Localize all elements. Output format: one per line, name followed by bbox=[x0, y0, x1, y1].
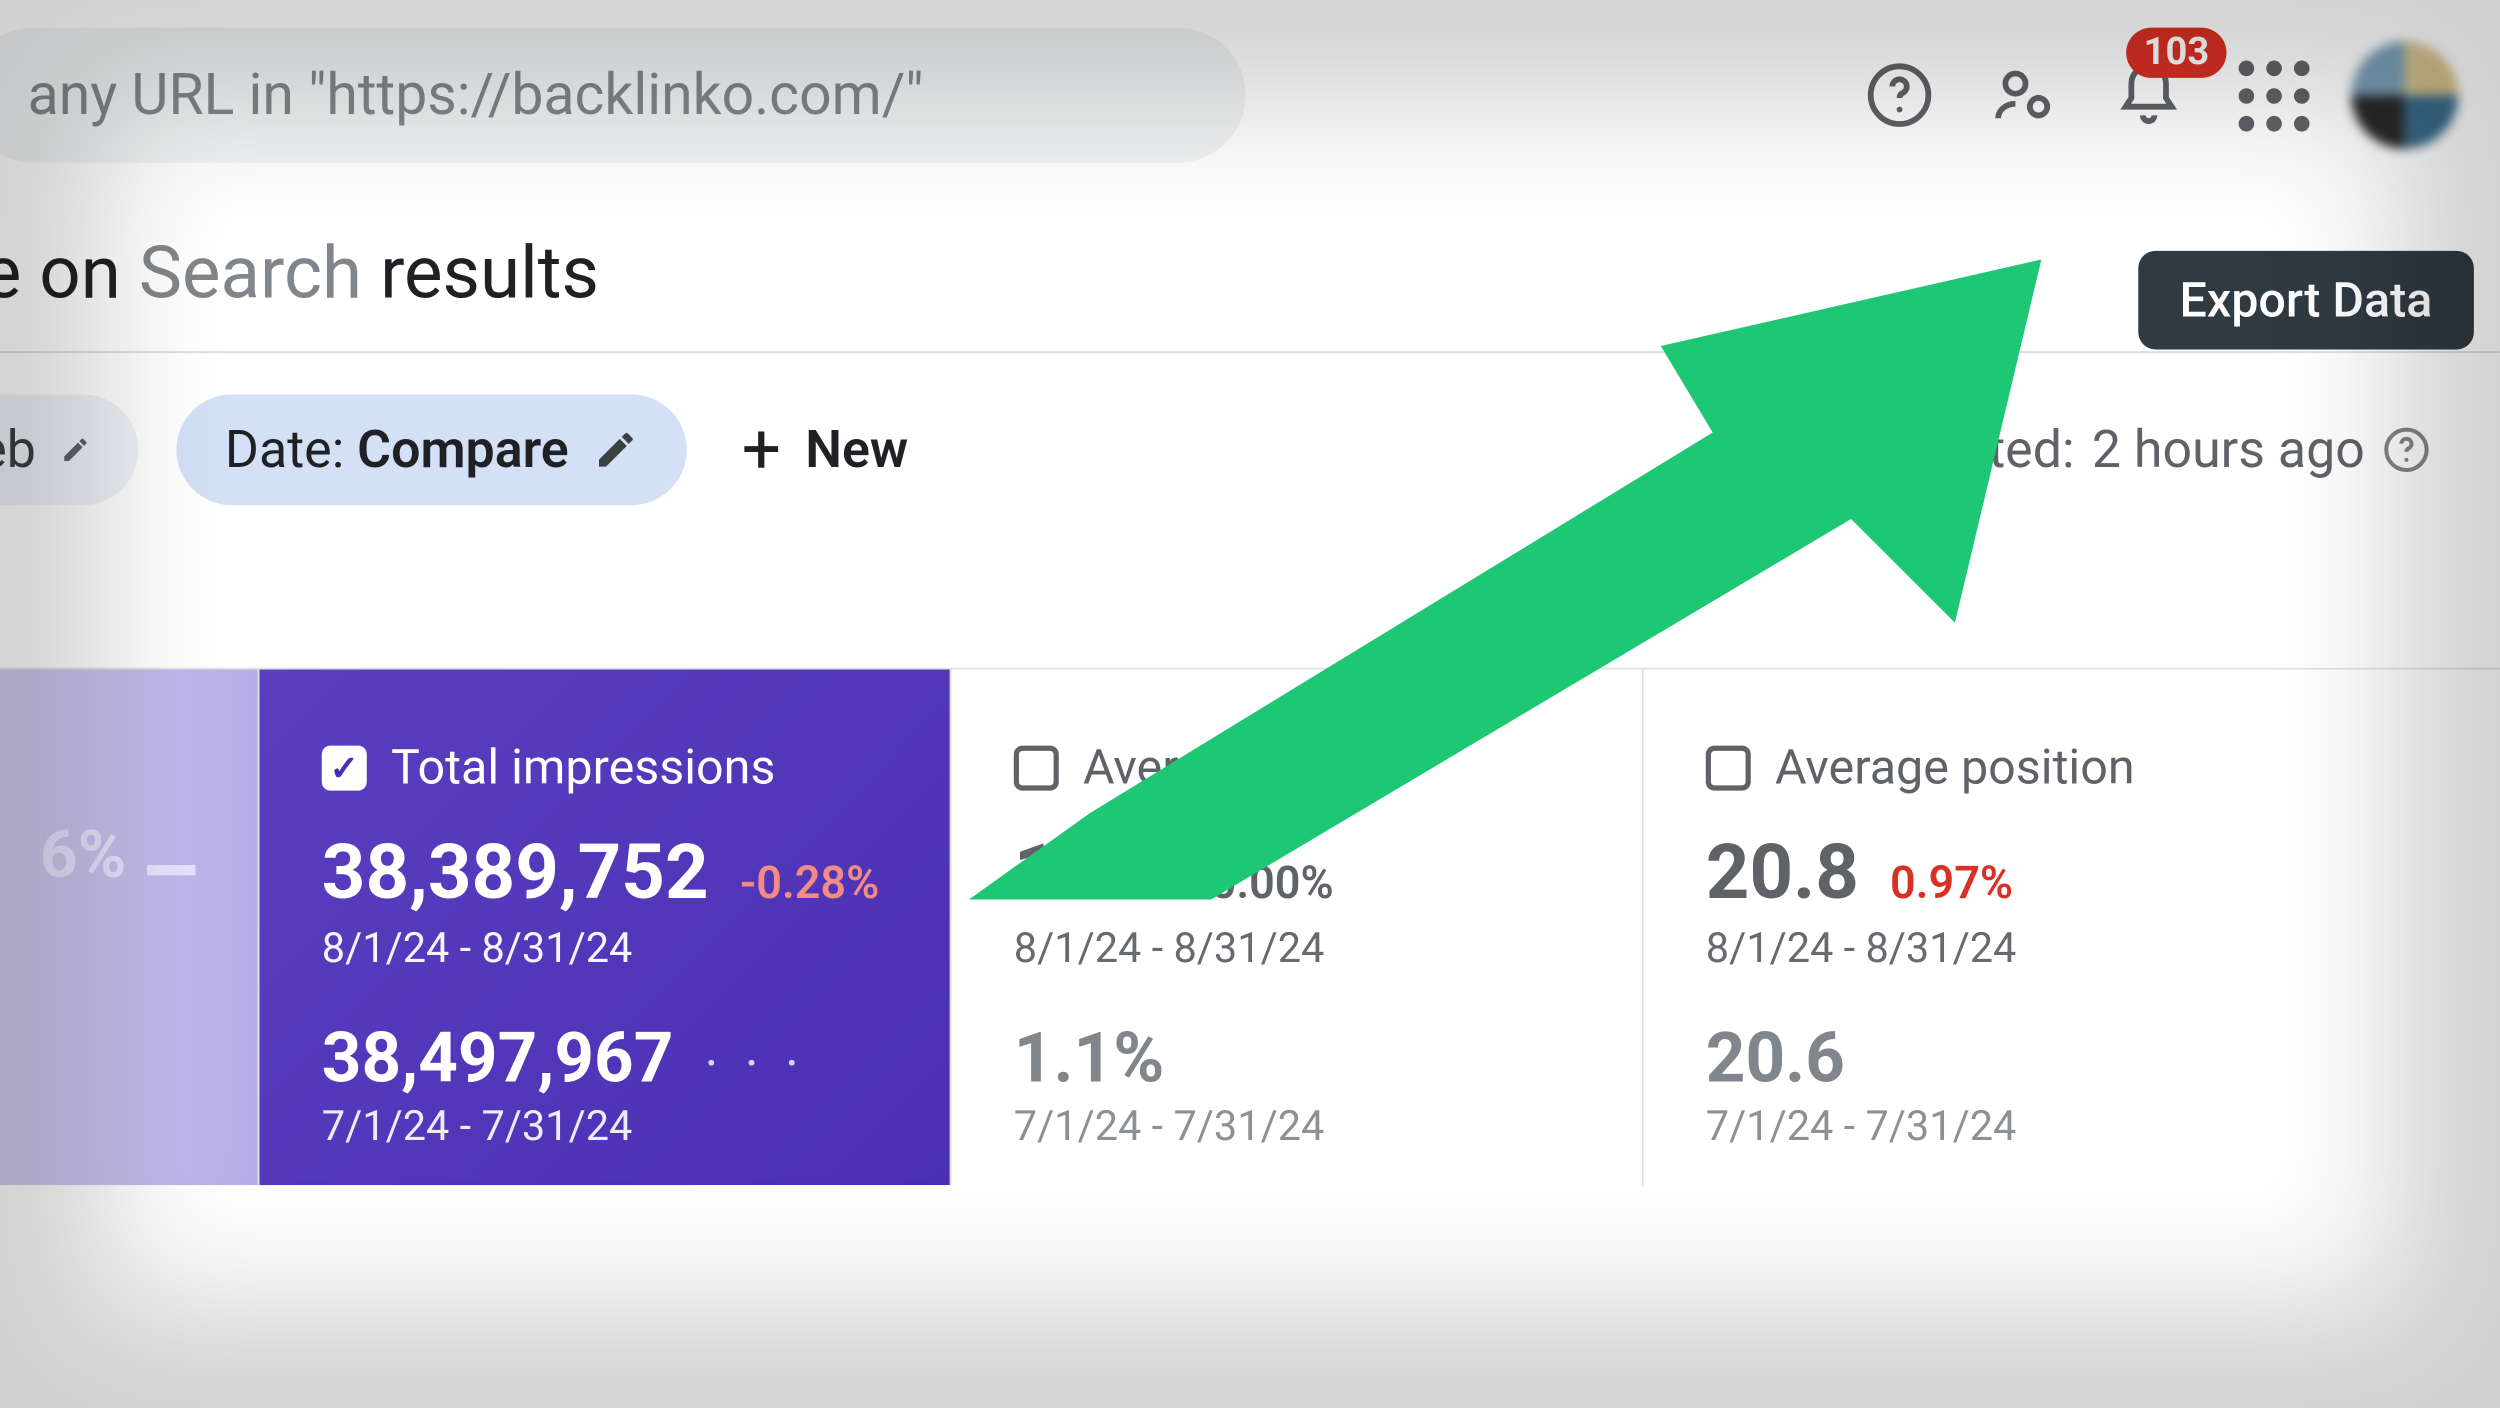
card-total-impressions[interactable]: Total impressions 38,389,752 -0.28% 8/1/… bbox=[260, 670, 952, 1186]
position-value2: 20.6 bbox=[1706, 1017, 1845, 1098]
ctr-delta: 0.00% bbox=[1211, 858, 1334, 910]
impressions-range2: 7/1/24 - 7/31/24 bbox=[322, 1102, 888, 1150]
add-filter-button[interactable]: + New bbox=[724, 394, 925, 505]
chip-date[interactable]: Date: Compare bbox=[176, 394, 686, 505]
filter-row: eb Date: Compare + New updated: 2 hours … bbox=[0, 353, 2500, 547]
impressions-label: Total impressions bbox=[391, 739, 775, 796]
checkbox-checked-icon[interactable] bbox=[322, 745, 367, 790]
card-average-position[interactable]: Average position 20.8 0.97% 8/1/24 - 8/3… bbox=[1644, 670, 2336, 1186]
title-row: e on Search results EXPORT bbox=[0, 190, 2500, 353]
help-icon[interactable] bbox=[2382, 426, 2430, 474]
minus-icon bbox=[147, 865, 195, 875]
chip-date-text: Date: Compare bbox=[225, 420, 569, 481]
ctr-range: 8/1/24 - 8/31/24 bbox=[1014, 924, 1580, 972]
impressions-range: 8/1/24 - 8/31/24 bbox=[322, 924, 888, 972]
card-average-ctr[interactable]: Average CTR 1.1% 0.00% 8/1/24 - 8/31/24 … bbox=[952, 670, 1644, 1186]
search-text: any URL in "https://backlinko.com/" bbox=[28, 61, 924, 128]
metrics-row: 6% Total impressions 38,389,752 -0.28% 8… bbox=[0, 668, 2500, 1185]
add-filter-label: New bbox=[805, 420, 908, 481]
title-prefix: e on bbox=[0, 232, 139, 317]
pencil-icon bbox=[593, 427, 638, 472]
export-tooltip: Export Data bbox=[2138, 251, 2474, 350]
ctr-range2: 7/1/24 - 7/31/24 bbox=[1014, 1102, 1580, 1150]
updated-value: 2 hours ago bbox=[2092, 420, 2365, 481]
account-avatar[interactable] bbox=[2351, 42, 2458, 149]
checkbox-icon[interactable] bbox=[1706, 745, 1751, 790]
ctr-value2: 1.1% bbox=[1014, 1017, 1165, 1098]
apps-icon[interactable] bbox=[2227, 48, 2320, 141]
impressions-value: 38,389,752 bbox=[322, 827, 709, 917]
last-updated: updated: 2 hours ago bbox=[1873, 420, 2431, 481]
title-suffix: results bbox=[362, 232, 599, 317]
clicks-value-tail: 6% bbox=[40, 818, 126, 894]
position-label: Average position bbox=[1775, 739, 2135, 796]
page-title: e on Search results bbox=[0, 232, 599, 317]
impressions-value2: 38,497,967 bbox=[322, 1017, 674, 1098]
ctr-label: Average CTR bbox=[1083, 739, 1359, 796]
notifications-icon[interactable]: 103 bbox=[2102, 48, 2195, 141]
position-delta: 0.97% bbox=[1890, 858, 2013, 910]
search-input[interactable]: any URL in "https://backlinko.com/" bbox=[0, 28, 1246, 163]
users-settings-icon[interactable] bbox=[1977, 48, 2070, 141]
impressions-delta: -0.28% bbox=[740, 858, 880, 910]
help-icon[interactable] bbox=[1853, 48, 1946, 141]
checkbox-icon[interactable] bbox=[1014, 745, 1059, 790]
card-total-clicks[interactable]: 6% bbox=[0, 670, 259, 1186]
updated-prefix: updated: bbox=[1873, 420, 2075, 481]
plus-icon: + bbox=[742, 415, 781, 484]
position-range: 8/1/24 - 8/31/24 bbox=[1706, 924, 2273, 972]
app-header: any URL in "https://backlinko.com/" 103 bbox=[0, 0, 2500, 190]
notification-badge: 103 bbox=[2126, 28, 2226, 78]
position-value: 20.8 bbox=[1706, 827, 1859, 917]
position-range2: 7/1/24 - 7/31/24 bbox=[1706, 1102, 2273, 1150]
title-light: Search bbox=[139, 232, 362, 317]
ctr-value: 1.1% bbox=[1014, 827, 1180, 917]
ellipsis-icon: · · · bbox=[705, 1035, 806, 1096]
chip-prev-tail: eb bbox=[0, 420, 36, 481]
pencil-icon bbox=[60, 427, 90, 472]
chip-search-type[interactable]: eb bbox=[0, 394, 138, 505]
